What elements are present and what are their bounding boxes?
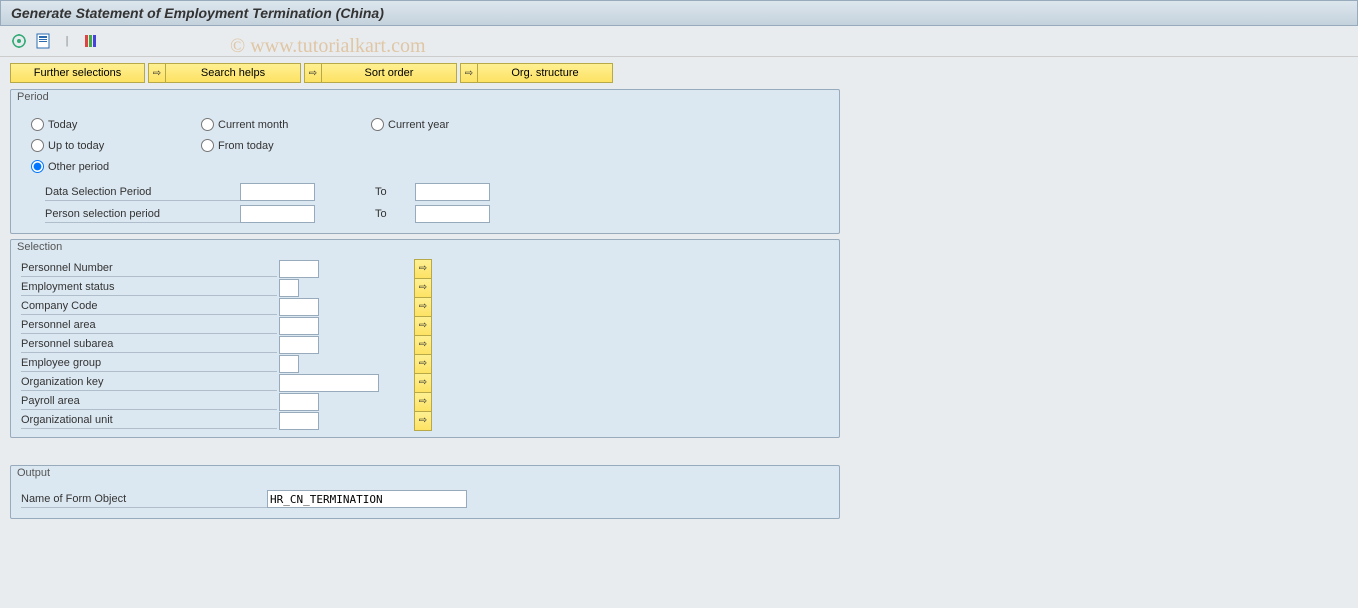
arrow-right-icon: ⇨ <box>309 68 317 79</box>
selection-row: Organization key ⇨ <box>21 374 835 391</box>
selection-field-input[interactable] <box>279 260 319 278</box>
selection-field-input[interactable] <box>279 279 299 297</box>
selection-field-input[interactable] <box>279 374 379 392</box>
selection-field-label: Personnel area <box>21 317 277 334</box>
multiple-selection-button[interactable]: ⇨ <box>414 278 432 298</box>
arrow-right-icon: ⇨ <box>419 415 427 426</box>
execute-icon[interactable] <box>10 32 28 50</box>
multiple-selection-button[interactable]: ⇨ <box>414 259 432 279</box>
selection-field-label: Personnel Number <box>21 260 277 277</box>
selection-row: Employee group ⇨ <box>21 355 835 372</box>
search-helps-button[interactable]: Search helps <box>166 63 301 83</box>
multiple-selection-button[interactable]: ⇨ <box>414 411 432 431</box>
selection-field-input[interactable] <box>279 317 319 335</box>
multiple-selection-button[interactable]: ⇨ <box>414 297 432 317</box>
to-label: To <box>375 208 415 220</box>
arrow-right-icon: ⇨ <box>419 320 427 331</box>
selection-field-label: Employment status <box>21 279 277 296</box>
person-selection-period-row: Person selection period To <box>45 205 835 223</box>
period-panel: Period Today Current month Current year … <box>10 89 840 234</box>
selection-field-label: Organizational unit <box>21 412 277 429</box>
radio-up-to-today[interactable]: Up to today <box>31 139 201 152</box>
selection-row: Payroll area ⇨ <box>21 393 835 410</box>
selection-field-input[interactable] <box>279 298 319 316</box>
sort-order-arrow[interactable]: ⇨ <box>304 63 322 83</box>
person-selection-to-input[interactable] <box>415 205 490 223</box>
arrow-right-icon: ⇨ <box>419 396 427 407</box>
data-selection-to-input[interactable] <box>415 183 490 201</box>
page-title: Generate Statement of Employment Termina… <box>0 0 1358 26</box>
form-object-row: Name of Form Object <box>21 490 835 508</box>
arrow-right-icon: ⇨ <box>419 377 427 388</box>
selection-field-label: Organization key <box>21 374 277 391</box>
to-label: To <box>375 186 415 198</box>
selection-field-label: Employee group <box>21 355 277 372</box>
selection-row: Personnel area ⇨ <box>21 317 835 334</box>
person-selection-from-input[interactable] <box>240 205 315 223</box>
multiple-selection-button[interactable]: ⇨ <box>414 316 432 336</box>
arrow-right-icon: ⇨ <box>419 263 427 274</box>
arrow-right-icon: ⇨ <box>419 282 427 293</box>
person-selection-label: Person selection period <box>45 206 240 223</box>
selection-panel: Selection Personnel Number⇨Employment st… <box>10 239 840 438</box>
data-selection-from-input[interactable] <box>240 183 315 201</box>
radio-from-today[interactable]: From today <box>201 139 371 152</box>
radio-today[interactable]: Today <box>31 118 201 131</box>
selection-row: Employment status ⇨ <box>21 279 835 296</box>
arrow-right-icon: ⇨ <box>153 68 161 79</box>
multiple-selection-button[interactable]: ⇨ <box>414 335 432 355</box>
selection-field-input[interactable] <box>279 355 299 373</box>
form-object-label: Name of Form Object <box>21 491 267 508</box>
search-helps-arrow[interactable]: ⇨ <box>148 63 166 83</box>
selection-field-label: Payroll area <box>21 393 277 410</box>
selection-field-input[interactable] <box>279 336 319 354</box>
multiple-selection-button[interactable]: ⇨ <box>414 354 432 374</box>
arrow-right-icon: ⇨ <box>419 358 427 369</box>
selection-buttons: Further selections ⇨ Search helps ⇨ Sort… <box>10 63 1348 83</box>
selection-row: Company Code ⇨ <box>21 298 835 315</box>
arrow-right-icon: ⇨ <box>419 301 427 312</box>
title-text: Generate Statement of Employment Termina… <box>11 5 384 21</box>
output-panel-title: Output <box>11 466 839 480</box>
arrow-right-icon: ⇨ <box>419 339 427 350</box>
selection-row: Personnel subarea ⇨ <box>21 336 835 353</box>
selection-field-label: Company Code <box>21 298 277 315</box>
org-structure-arrow[interactable]: ⇨ <box>460 63 478 83</box>
radio-current-month[interactable]: Current month <box>201 118 371 131</box>
further-selections-button[interactable]: Further selections <box>10 63 145 83</box>
arrow-right-icon: ⇨ <box>465 68 473 79</box>
selection-row: Personnel Number ⇨ <box>21 260 835 277</box>
radio-other-period[interactable]: Other period <box>31 160 201 173</box>
selection-panel-title: Selection <box>11 240 839 254</box>
multiple-selection-button[interactable]: ⇨ <box>414 373 432 393</box>
multiple-selection-button[interactable]: ⇨ <box>414 392 432 412</box>
output-panel: Output Name of Form Object <box>10 465 840 519</box>
selection-field-input[interactable] <box>279 393 319 411</box>
data-selection-period-row: Data Selection Period To <box>45 183 835 201</box>
org-structure-button[interactable]: Org. structure <box>478 63 613 83</box>
period-panel-title: Period <box>11 90 839 104</box>
selection-field-label: Personnel subarea <box>21 336 277 353</box>
data-selection-label: Data Selection Period <box>45 184 240 201</box>
color-bars-icon[interactable] <box>82 32 100 50</box>
selection-field-input[interactable] <box>279 412 319 430</box>
app-toolbar: | <box>0 26 1358 57</box>
separator-icon: | <box>58 32 76 50</box>
form-object-input[interactable] <box>267 490 467 508</box>
info-icon[interactable] <box>34 32 52 50</box>
sort-order-button[interactable]: Sort order <box>322 63 457 83</box>
selection-row: Organizational unit ⇨ <box>21 412 835 429</box>
radio-current-year[interactable]: Current year <box>371 118 541 131</box>
